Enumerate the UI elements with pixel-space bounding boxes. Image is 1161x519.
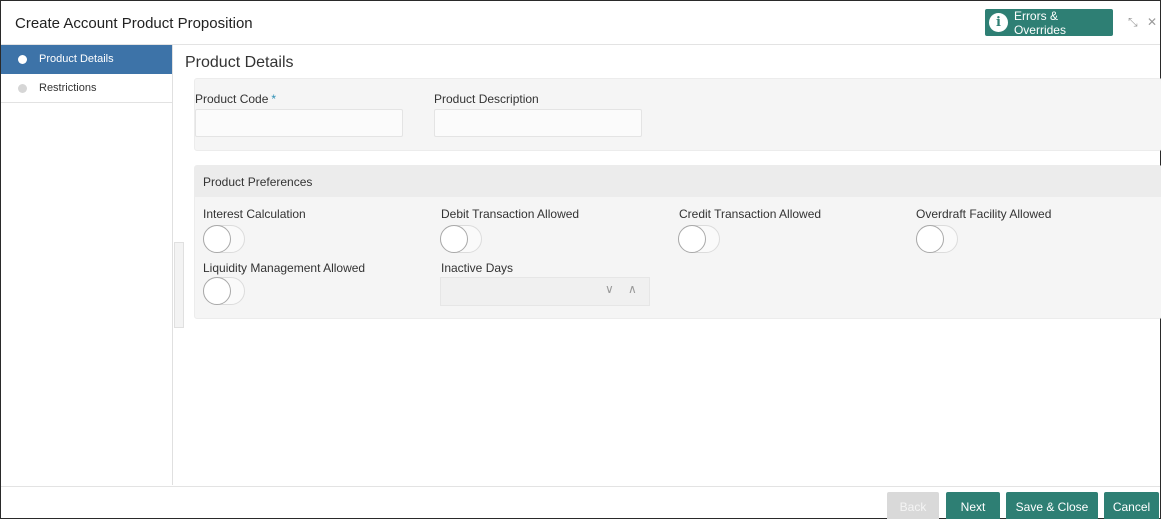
interest-calculation-label: Interest Calculation (203, 207, 306, 221)
back-button[interactable]: Back (887, 492, 939, 519)
footer: Back Next Save & Close Cancel (1, 486, 1160, 519)
info-icon: i (989, 13, 1008, 32)
liquidity-management-allowed-toggle[interactable] (203, 277, 245, 305)
sidebar-item-restrictions[interactable]: Restrictions (1, 74, 172, 103)
inactive-days-label: Inactive Days (441, 261, 514, 275)
product-preferences-panel: Product Preferences Interest Calculation… (194, 165, 1161, 319)
step-dot-icon (18, 54, 27, 64)
credit-transaction-allowed-label: Credit Transaction Allowed (679, 207, 822, 221)
credit-transaction-allowed-toggle[interactable] (678, 225, 720, 253)
product-code-input[interactable] (195, 109, 403, 137)
create-account-product-proposition-window: Create Account Product Proposition i Err… (0, 0, 1161, 519)
toggle-knob (203, 277, 231, 305)
product-preferences-header: Product Preferences (195, 166, 1161, 197)
toggle-knob (916, 225, 944, 253)
overdraft-facility-allowed-label: Overdraft Facility Allowed (916, 207, 1052, 221)
sidebar-item-product-details[interactable]: Product Details (1, 45, 172, 74)
chevron-up-icon[interactable]: ∧ (628, 282, 637, 296)
window-title: Create Account Product Proposition (15, 15, 253, 32)
product-description-input[interactable] (434, 109, 642, 137)
step-dot-icon (18, 83, 27, 93)
inactive-days-stepper[interactable]: ∨ ∧ (440, 277, 650, 306)
debit-transaction-allowed-toggle[interactable] (440, 225, 482, 253)
liquidity-management-allowed-label: Liquidity Management Allowed (203, 261, 366, 275)
product-code-label: Product Code * (195, 92, 277, 106)
restore-icon[interactable]: ⤡ (1128, 15, 1138, 30)
product-description-label: Product Description (434, 92, 539, 106)
sidebar-resize-handle[interactable] (174, 242, 184, 328)
save-close-button[interactable]: Save & Close (1006, 492, 1098, 519)
next-button[interactable]: Next (946, 492, 1000, 519)
cancel-button[interactable]: Cancel (1104, 492, 1159, 519)
window-header: Create Account Product Proposition i Err… (1, 1, 1160, 45)
toggle-knob (440, 225, 468, 253)
sidebar-item-label: Restrictions (39, 82, 97, 94)
product-details-panel: Product Code * Product Description (194, 78, 1161, 151)
sidebar-item-label: Product Details (39, 53, 114, 65)
toggle-knob (678, 225, 706, 253)
required-marker: * (271, 92, 277, 106)
page-title: Product Details (185, 54, 294, 71)
errors-overrides-button[interactable]: i Errors & Overrides (985, 8, 1113, 37)
interest-calculation-toggle[interactable] (203, 225, 245, 253)
close-icon[interactable]: ✕ (1147, 15, 1157, 29)
toggle-knob (203, 225, 231, 253)
chevron-down-icon[interactable]: ∨ (605, 282, 614, 296)
errors-overrides-label: Errors & Overrides (1013, 8, 1066, 37)
debit-transaction-allowed-label: Debit Transaction Allowed (441, 207, 580, 221)
sidebar: Product Details Restrictions (1, 45, 173, 485)
overdraft-facility-allowed-toggle[interactable] (916, 225, 958, 253)
